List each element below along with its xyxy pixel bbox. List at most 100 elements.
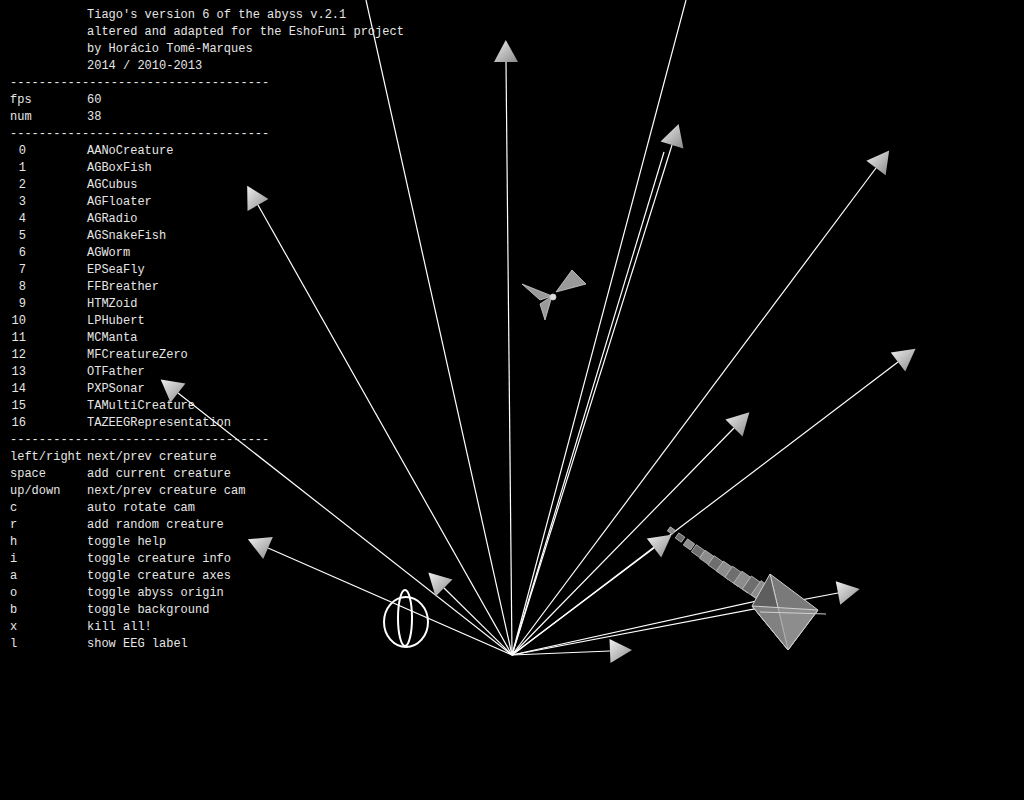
separator: ------------------------------------ xyxy=(10,126,404,143)
creature-name: AGBoxFish xyxy=(87,160,404,177)
cone-icon xyxy=(247,186,268,211)
creature-name: TAMultiCreature xyxy=(87,398,404,415)
creature-name: HTMZoid xyxy=(87,296,404,313)
creature-row[interactable]: 3AGFloater xyxy=(10,194,404,211)
control-key: l xyxy=(10,636,87,653)
control-row: htoggle help xyxy=(10,534,404,551)
cone-icon xyxy=(661,124,684,149)
ray xyxy=(366,0,512,655)
stat-label: fps xyxy=(10,92,87,109)
creature-index: 13 xyxy=(10,364,26,381)
cone-icon xyxy=(494,40,518,62)
control-action: next/prev creature cam xyxy=(87,483,404,500)
cone-icon xyxy=(610,639,632,663)
stat-label: num xyxy=(10,109,87,126)
creature-row[interactable]: 4AGRadio xyxy=(10,211,404,228)
creature-row[interactable]: 14 PXPSonar xyxy=(10,381,404,398)
cone-icon xyxy=(248,537,273,559)
help-overlay: Tiago's version 6 of the abyss v.2.1alte… xyxy=(10,7,404,653)
creature-row[interactable]: 10LPHubert xyxy=(10,313,404,330)
creature-index: 8 xyxy=(10,279,26,296)
creature-row[interactable]: 5 AGSnakeFish xyxy=(10,228,404,245)
creature-row[interactable]: 12 MFCreatureZero xyxy=(10,347,404,364)
control-key: h xyxy=(10,534,87,551)
ray xyxy=(428,573,512,655)
creature-row[interactable]: 9 HTMZoid xyxy=(10,296,404,313)
control-row: lshow EEG label xyxy=(10,636,404,653)
header-line: 2014 / 2010-2013 xyxy=(10,58,404,75)
creature-row[interactable]: 13 OTFather xyxy=(10,364,404,381)
creature-name: TAZEEGRepresentation xyxy=(87,415,404,432)
control-action: next/prev creature xyxy=(87,449,404,466)
creature-row[interactable]: 7 EPSeaFly xyxy=(10,262,404,279)
control-key: up/down xyxy=(10,483,87,500)
creature-name: OTFather xyxy=(87,364,404,381)
creature-row[interactable]: 6 AGWorm xyxy=(10,245,404,262)
header-line: altered and adapted for the EshoFuni pro… xyxy=(10,24,404,41)
creature-row[interactable]: 16TAZEEGRepresentation xyxy=(10,415,404,432)
header-line: Tiago's version 6 of the abyss v.2.1 xyxy=(10,7,404,24)
stat-value: 60 xyxy=(87,92,404,109)
cone-icon xyxy=(161,379,186,402)
creature-index: 10 xyxy=(10,313,26,330)
stat-row: fps60 xyxy=(10,92,404,109)
fly-creature-icon xyxy=(522,270,586,320)
control-action: add current creature xyxy=(87,466,404,483)
ray xyxy=(512,412,749,655)
creature-name: FFBreather xyxy=(87,279,404,296)
control-action: add random creature xyxy=(87,517,404,534)
creature-index: 1 xyxy=(10,160,26,177)
creature-name: EPSeaFly xyxy=(87,262,404,279)
separator: ------------------------------------ xyxy=(10,432,404,449)
control-action: kill all! xyxy=(87,619,404,636)
control-row: spaceadd current creature xyxy=(10,466,404,483)
control-key: c xyxy=(10,500,87,517)
control-action: toggle abyss origin xyxy=(87,585,404,602)
creature-row[interactable]: 0AANoCreature xyxy=(10,143,404,160)
control-row: cauto rotate cam xyxy=(10,500,404,517)
control-key: i xyxy=(10,551,87,568)
creature-index: 14 xyxy=(10,381,26,398)
creature-index: 7 xyxy=(10,262,26,279)
ray xyxy=(512,150,889,655)
control-row: left/rightnext/prev creature xyxy=(10,449,404,466)
stat-value: 38 xyxy=(87,109,404,126)
ray xyxy=(247,186,512,655)
creature-index: 9 xyxy=(10,296,26,313)
ray xyxy=(512,152,664,655)
creature-name: PXPSonar xyxy=(87,381,404,398)
pyramid-creature-icon xyxy=(752,574,826,650)
creature-index: 12 xyxy=(10,347,26,364)
ray xyxy=(512,0,686,655)
control-action: toggle creature axes xyxy=(87,568,404,585)
control-key: space xyxy=(10,466,87,483)
creature-row[interactable]: 1 AGBoxFish xyxy=(10,160,404,177)
creature-index: 4 xyxy=(10,211,26,228)
abyss-app: Tiago's version 6 of the abyss v.2.1alte… xyxy=(0,0,1024,800)
creature-name: AGSnakeFish xyxy=(87,228,404,245)
creature-index: 6 xyxy=(10,245,26,262)
creature-index: 5 xyxy=(10,228,26,245)
ray xyxy=(512,598,770,655)
control-row: btoggle background xyxy=(10,602,404,619)
creature-name: MCManta xyxy=(87,330,404,347)
cone-icon xyxy=(836,581,860,605)
cone-icon xyxy=(428,573,452,597)
control-row: radd random creature xyxy=(10,517,404,534)
ray xyxy=(512,349,916,655)
creature-row[interactable]: 2AGCubus xyxy=(10,177,404,194)
creature-row[interactable]: 11 MCManta xyxy=(10,330,404,347)
cone-icon xyxy=(647,535,672,558)
ray xyxy=(512,124,683,655)
creature-row[interactable]: 15TAMultiCreature xyxy=(10,398,404,415)
creature-name: AGWorm xyxy=(87,245,404,262)
control-action: toggle background xyxy=(87,602,404,619)
creature-index: 3 xyxy=(10,194,26,211)
creature-name: MFCreatureZero xyxy=(87,347,404,364)
creature-row[interactable]: 8 FFBreather xyxy=(10,279,404,296)
control-action: auto rotate cam xyxy=(87,500,404,517)
creature-index: 11 xyxy=(10,330,26,347)
ray xyxy=(494,40,518,655)
cone-icon xyxy=(866,150,889,175)
ray xyxy=(248,537,512,655)
